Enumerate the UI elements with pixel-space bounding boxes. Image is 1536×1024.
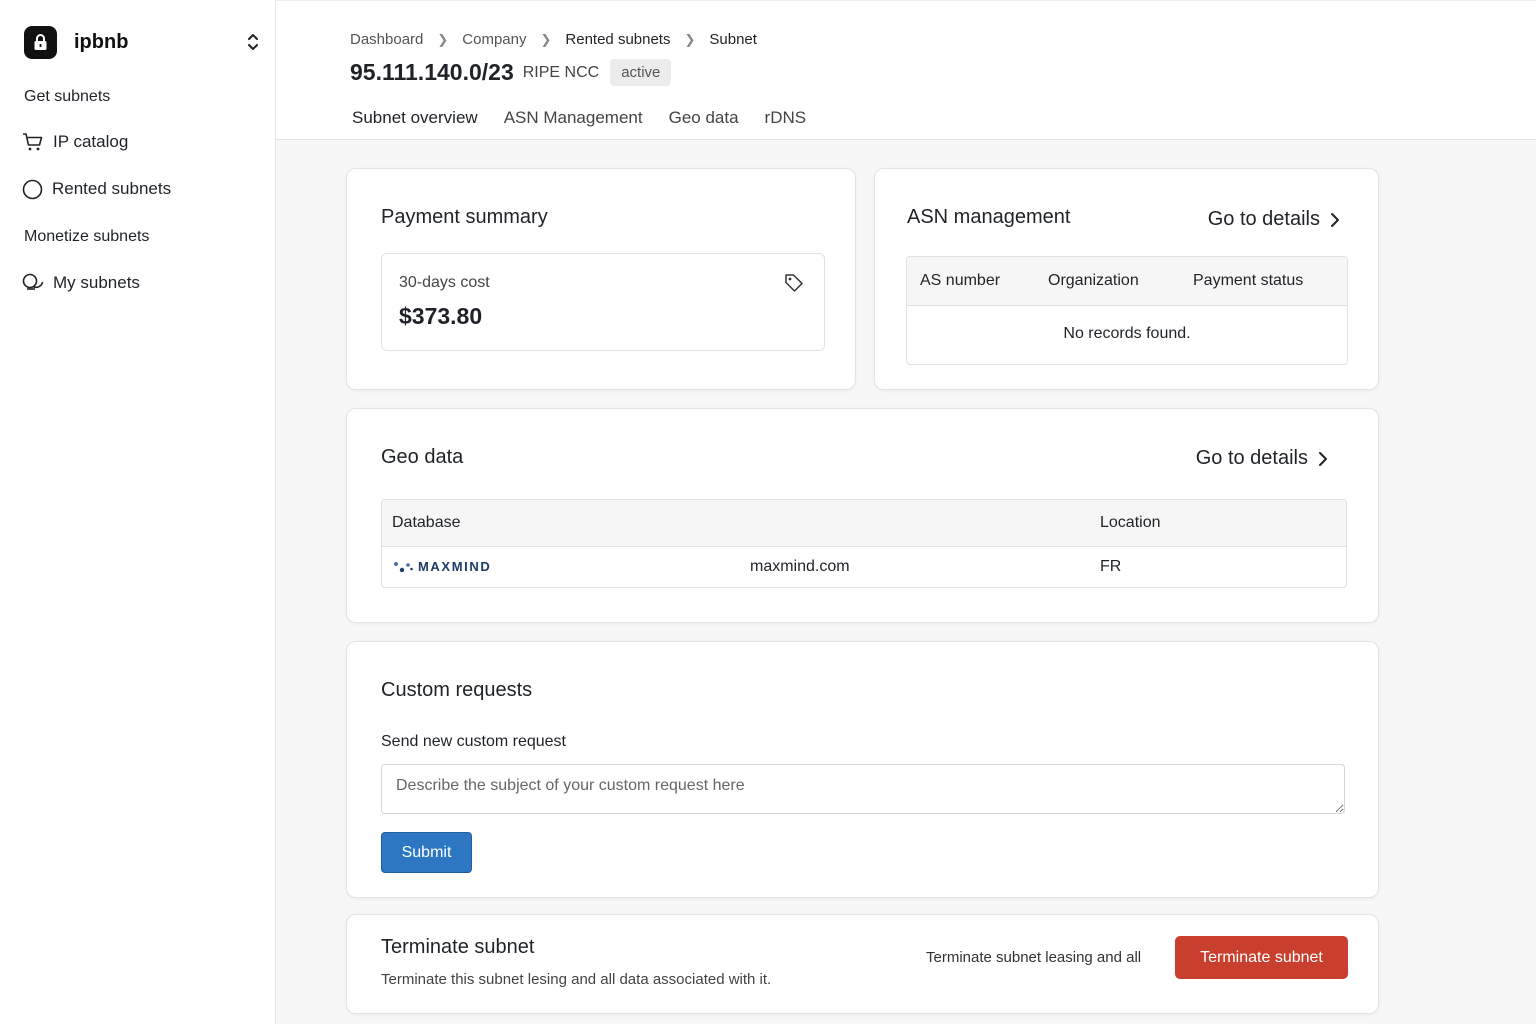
geo-table: Database Location MAXMIND maxmind.com FR bbox=[381, 499, 1347, 588]
terminate-description: Terminate this subnet lesing and all dat… bbox=[381, 971, 772, 988]
sidebar-item-ip-catalog[interactable]: IP catalog bbox=[22, 128, 128, 156]
sidebar-item-rented-subnets[interactable]: Rented subnets bbox=[22, 175, 171, 203]
sidebar-item-label: My subnets bbox=[53, 273, 140, 292]
asn-go-to-details-link[interactable]: Go to details bbox=[1208, 208, 1340, 231]
sidebar-item-label: IP catalog bbox=[53, 132, 129, 151]
payment-summary-card: Payment summary 30-days cost $373.80 bbox=[346, 168, 856, 390]
geo-location: FR bbox=[1100, 558, 1122, 575]
asn-table-header: AS number Organization Payment status bbox=[907, 257, 1347, 306]
custom-requests-card: Custom requests Send new custom request … bbox=[346, 641, 1379, 898]
asn-management-title: ASN management bbox=[907, 206, 1071, 228]
coins-icon bbox=[22, 273, 44, 290]
maxmind-logo: MAXMIND bbox=[393, 559, 491, 574]
breadcrumb-dashboard[interactable]: Dashboard bbox=[350, 31, 423, 48]
tab-subnet-overview[interactable]: Subnet overview bbox=[346, 101, 484, 142]
cost-label: 30-days cost bbox=[399, 274, 490, 291]
sidebar-item-label: Rented subnets bbox=[52, 179, 172, 198]
custom-request-label: Send new custom request bbox=[381, 733, 566, 750]
main-content: Payment summary 30-days cost $373.80 ASN… bbox=[276, 140, 1536, 1024]
tag-icon bbox=[784, 273, 804, 298]
breadcrumb-subnet: Subnet bbox=[709, 31, 757, 48]
breadcrumb: Dashboard ❯ Company ❯ Rented subnets ❯ S… bbox=[350, 31, 757, 48]
terminate-subnet-title: Terminate subnet bbox=[381, 936, 535, 958]
tab-asn-management[interactable]: ASN Management bbox=[498, 101, 649, 141]
chevron-up-down-icon bbox=[246, 32, 260, 57]
geo-col-location: Location bbox=[1100, 514, 1161, 531]
nav-section-get-subnets: Get subnets bbox=[24, 88, 111, 105]
asn-management-card: ASN management Go to details AS number O… bbox=[874, 168, 1379, 390]
terminate-subnet-button[interactable]: Terminate subnet bbox=[1175, 936, 1348, 979]
geo-domain[interactable]: maxmind.com bbox=[750, 558, 850, 576]
custom-request-input[interactable] bbox=[381, 764, 1345, 814]
terminate-subnet-card: Terminate subnet Terminate this subnet l… bbox=[346, 914, 1379, 1014]
circle-icon bbox=[22, 179, 43, 199]
tab-bar: Subnet overview ASN Management Geo data … bbox=[346, 101, 826, 142]
geo-table-header: Database Location bbox=[382, 500, 1346, 547]
page-title: 95.111.140.0/23 bbox=[350, 59, 514, 85]
chevron-right-icon: ❯ bbox=[437, 31, 449, 47]
cost-box: 30-days cost $373.80 bbox=[381, 253, 825, 351]
chevron-right-icon bbox=[1319, 451, 1327, 466]
table-row: MAXMIND maxmind.com FR bbox=[382, 547, 1346, 587]
registry-label: RIPE NCC bbox=[522, 63, 600, 81]
asn-table: AS number Organization Payment status No… bbox=[906, 256, 1348, 365]
asn-col-as-number: AS number bbox=[920, 272, 1001, 289]
geo-go-to-details-link[interactable]: Go to details bbox=[1196, 447, 1328, 470]
custom-requests-title: Custom requests bbox=[381, 679, 533, 701]
chevron-right-icon bbox=[1331, 212, 1339, 227]
asn-table-empty-row: No records found. bbox=[907, 306, 1347, 364]
breadcrumb-rented-subnets[interactable]: Rented subnets bbox=[565, 31, 670, 48]
brand-name: ipbnb bbox=[74, 30, 129, 53]
tab-geo-data[interactable]: Geo data bbox=[663, 101, 745, 141]
asn-col-payment-status: Payment status bbox=[1193, 272, 1304, 289]
payment-summary-title: Payment summary bbox=[381, 206, 548, 228]
title-row: 95.111.140.0/23 RIPE NCC active bbox=[350, 59, 672, 86]
geo-col-database: Database bbox=[392, 514, 461, 531]
cart-icon bbox=[23, 133, 43, 151]
app: ipbnb Get subnets IP catalog Rented subn… bbox=[0, 0, 1536, 1024]
nav-section-monetize-subnets: Monetize subnets bbox=[24, 228, 150, 245]
empty-state-text: No records found. bbox=[1063, 325, 1191, 342]
tab-rdns[interactable]: rDNS bbox=[759, 101, 813, 141]
breadcrumb-company[interactable]: Company bbox=[462, 31, 526, 48]
terminate-side-text: Terminate subnet leasing and all bbox=[926, 949, 1142, 966]
go-to-details-label: Go to details bbox=[1195, 447, 1308, 469]
status-badge: active bbox=[610, 59, 672, 86]
lock-icon bbox=[24, 25, 57, 59]
page-header: Dashboard ❯ Company ❯ Rented subnets ❯ S… bbox=[276, 0, 1536, 142]
cost-value: $373.80 bbox=[399, 303, 483, 329]
chevron-right-icon: ❯ bbox=[684, 31, 696, 47]
asn-col-organization: Organization bbox=[1048, 272, 1139, 289]
sidebar: ipbnb Get subnets IP catalog Rented subn… bbox=[0, 0, 276, 1024]
maxmind-sparkle-icon bbox=[394, 561, 413, 572]
go-to-details-label: Go to details bbox=[1207, 208, 1320, 230]
sidebar-item-my-subnets[interactable]: My subnets bbox=[22, 269, 140, 297]
chevron-right-icon: ❯ bbox=[540, 31, 552, 47]
brand-switcher[interactable]: ipbnb bbox=[24, 24, 260, 60]
geo-data-title: Geo data bbox=[381, 446, 464, 468]
geo-data-card: Geo data Go to details Database Location bbox=[346, 408, 1379, 623]
submit-button[interactable]: Submit bbox=[381, 832, 472, 873]
